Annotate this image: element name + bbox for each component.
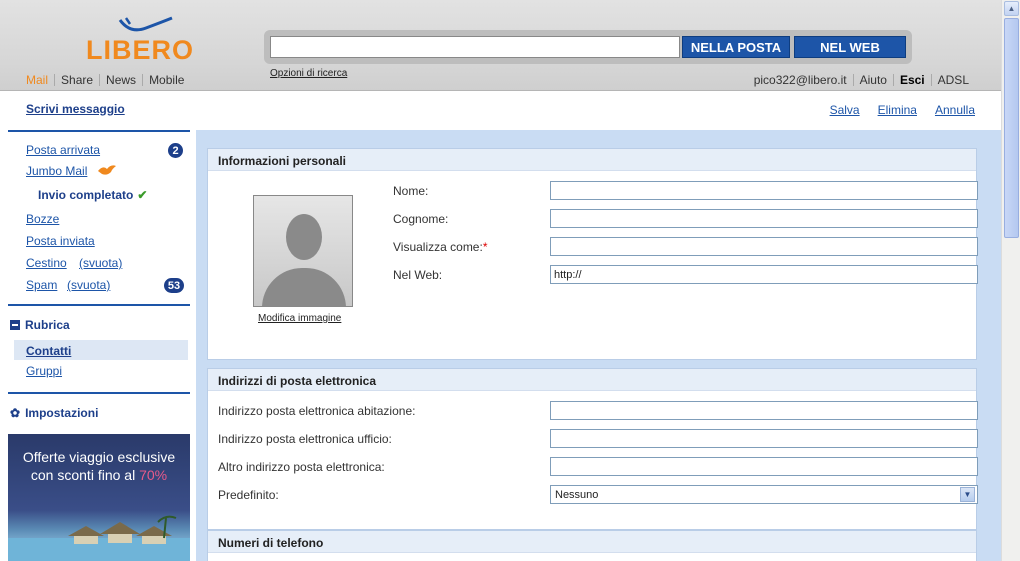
contact-edit-form: Informazioni personali Modifica immagine… bbox=[196, 130, 1001, 561]
web-field[interactable] bbox=[550, 265, 978, 284]
beach-huts-image bbox=[8, 515, 190, 561]
sidebar-divider bbox=[8, 392, 190, 394]
send-complete-status: Invio completato ✔ bbox=[38, 188, 147, 202]
ad-line-2-text: con sconti fino al bbox=[30, 467, 136, 483]
display-as-label: Visualizza come:* bbox=[393, 240, 488, 254]
bird-icon bbox=[98, 165, 116, 175]
search-options-link[interactable]: Opzioni di ricerca bbox=[270, 68, 347, 79]
logo-swoosh-icon bbox=[118, 16, 173, 32]
personal-info-panel: Informazioni personali Modifica immagine… bbox=[207, 148, 978, 360]
email-addresses-heading: Indirizzi di posta elettronica bbox=[208, 369, 976, 391]
default-email-select[interactable]: Nessuno ▼ bbox=[550, 485, 978, 504]
user-email: pico322@libero.it bbox=[753, 73, 847, 87]
search-web-button[interactable]: NEL WEB bbox=[794, 36, 906, 58]
scroll-thumb[interactable] bbox=[1004, 18, 1019, 238]
web-label: Nel Web: bbox=[393, 268, 443, 282]
empty-spam-link[interactable]: (svuota) bbox=[67, 278, 110, 292]
groups-link[interactable]: Gruppi bbox=[26, 364, 62, 378]
help-link[interactable]: Aiuto bbox=[852, 74, 893, 86]
nav-mobile[interactable]: Mobile bbox=[142, 74, 190, 86]
other-email-label: Altro indirizzo posta elettronica: bbox=[218, 460, 385, 474]
nav-mail[interactable]: Mail bbox=[26, 74, 54, 86]
check-icon: ✔ bbox=[137, 188, 148, 202]
search-mail-button[interactable]: NELLA POSTA bbox=[682, 36, 790, 58]
vertical-scrollbar[interactable]: ▲ bbox=[1001, 0, 1020, 561]
search-input[interactable] bbox=[270, 36, 680, 58]
work-email-label: Indirizzo posta elettronica ufficio: bbox=[218, 432, 392, 446]
avatar-body bbox=[262, 268, 346, 306]
adsl-link[interactable]: ADSL bbox=[930, 74, 975, 86]
travel-ad-banner[interactable]: Offerte viaggio esclusive con sconti fin… bbox=[8, 434, 190, 561]
avatar-head bbox=[286, 214, 322, 260]
folder-trash[interactable]: Cestino bbox=[26, 256, 67, 270]
app-window: LIBERO NELLA POSTA NEL WEB Opzioni di ri… bbox=[0, 0, 1020, 561]
addressbook-label: Rubrica bbox=[25, 318, 70, 332]
service-nav: Mail Share News Mobile bbox=[26, 74, 190, 86]
send-complete-label: Invio completato bbox=[38, 188, 134, 202]
folder-spam[interactable]: Spam bbox=[26, 278, 57, 292]
inbox-count-badge: 2 bbox=[168, 143, 183, 158]
ad-line-2: con sconti fino al 70% bbox=[8, 466, 190, 484]
folder-jumbo-mail[interactable]: Jumbo Mail bbox=[26, 164, 87, 178]
folder-drafts[interactable]: Bozze bbox=[26, 212, 59, 226]
spam-count-badge: 53 bbox=[164, 278, 184, 293]
chevron-down-icon[interactable]: ▼ bbox=[960, 487, 975, 502]
home-email-label: Indirizzo posta elettronica abitazione: bbox=[218, 404, 416, 418]
settings-header[interactable]: ✿ Impostazioni bbox=[10, 406, 98, 420]
work-email-field[interactable] bbox=[550, 429, 978, 448]
contact-photo[interactable] bbox=[253, 195, 353, 307]
folder-inbox[interactable]: Posta arrivata bbox=[26, 143, 100, 157]
save-link[interactable]: Salva bbox=[830, 103, 860, 117]
default-email-label: Predefinito: bbox=[218, 488, 279, 502]
last-name-label: Cognome: bbox=[393, 212, 449, 226]
nav-share[interactable]: Share bbox=[54, 74, 99, 86]
display-as-field[interactable] bbox=[550, 237, 978, 256]
header: LIBERO NELLA POSTA NEL WEB Opzioni di ri… bbox=[0, 0, 1001, 91]
first-name-field[interactable] bbox=[550, 181, 978, 200]
other-email-field[interactable] bbox=[550, 457, 978, 476]
settings-label: Impostazioni bbox=[25, 406, 99, 420]
sidebar: Posta arrivata 2 Jumbo Mail Invio comple… bbox=[0, 130, 196, 561]
first-name-label: Nome: bbox=[393, 184, 429, 198]
display-as-label-text: Visualizza come: bbox=[393, 240, 483, 254]
folder-sent[interactable]: Posta inviata bbox=[26, 234, 95, 248]
compose-link[interactable]: Scrivi messaggio bbox=[26, 102, 125, 116]
ad-highlight: 70% bbox=[139, 467, 168, 483]
action-links: Salva Elimina Annulla bbox=[830, 103, 975, 117]
empty-trash-link[interactable]: (svuota) bbox=[79, 256, 122, 270]
addressbook-header[interactable]: Rubrica bbox=[10, 318, 70, 332]
cancel-link[interactable]: Annulla bbox=[935, 103, 975, 117]
user-nav: pico322@libero.it Aiuto Esci ADSL bbox=[748, 74, 975, 86]
personal-info-heading: Informazioni personali bbox=[208, 149, 976, 171]
home-email-field[interactable] bbox=[550, 401, 978, 420]
ad-text: Offerte viaggio esclusive con sconti fin… bbox=[8, 448, 190, 484]
edit-photo-link[interactable]: Modifica immagine bbox=[258, 313, 341, 324]
sidebar-divider bbox=[8, 304, 190, 306]
sidebar-divider bbox=[8, 130, 190, 132]
delete-link[interactable]: Elimina bbox=[878, 103, 917, 117]
scroll-up-icon[interactable]: ▲ bbox=[1004, 1, 1019, 16]
gear-icon: ✿ bbox=[10, 406, 21, 420]
nav-news[interactable]: News bbox=[99, 74, 142, 86]
toolbar: Scrivi messaggio Salva Elimina Annulla bbox=[0, 92, 1001, 130]
logout-link[interactable]: Esci bbox=[892, 74, 931, 86]
required-marker: * bbox=[482, 240, 488, 254]
contacts-link[interactable]: Contatti bbox=[26, 344, 71, 358]
libero-logo[interactable]: LIBERO bbox=[84, 16, 214, 65]
phone-numbers-panel: Numeri di telefono bbox=[207, 530, 977, 561]
logo-wordmark: LIBERO bbox=[86, 35, 195, 65]
default-email-value: Nessuno bbox=[555, 489, 599, 501]
last-name-field[interactable] bbox=[550, 209, 978, 228]
search-bar: NELLA POSTA NEL WEB bbox=[264, 30, 912, 64]
phone-numbers-heading: Numeri di telefono bbox=[208, 531, 976, 553]
email-addresses-panel: Indirizzi di posta elettronica Indirizzo… bbox=[207, 368, 978, 530]
collapse-icon bbox=[10, 320, 20, 330]
ad-line-1: Offerte viaggio esclusive bbox=[22, 449, 176, 465]
